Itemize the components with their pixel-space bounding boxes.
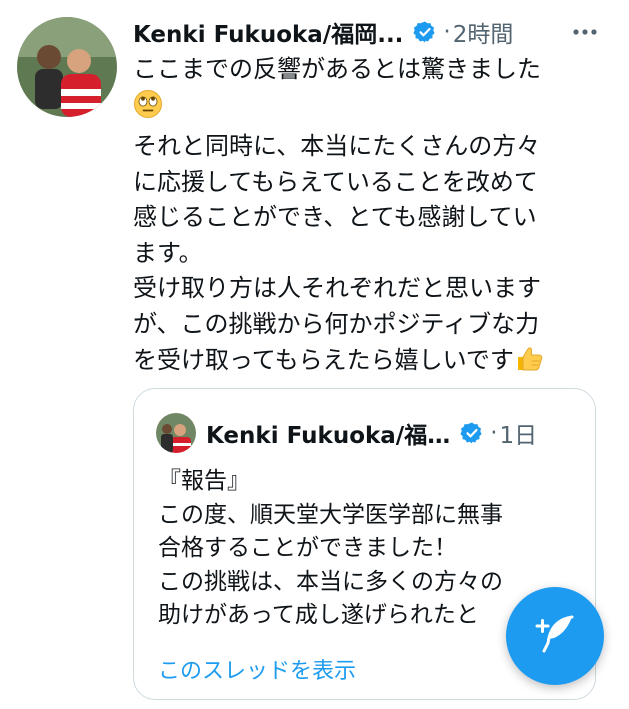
tweet-line: に応援してもらえていることを改めて	[133, 167, 538, 196]
quoted-tweet-header: Kenki Fukuoka/福… · 1日	[156, 413, 576, 453]
timestamp[interactable]: 2時間	[453, 15, 514, 49]
verified-badge-icon	[413, 20, 437, 44]
tweet-line: 感じることができ、とても感謝してい	[133, 203, 537, 231]
tweet-line: ここまでの反響があるとは驚きました	[133, 55, 541, 83]
quoted-line: 合格することができました！	[158, 535, 457, 561]
tweet-line: ます。	[133, 238, 203, 267]
compose-button[interactable]	[506, 587, 604, 685]
tweet-header: Kenki Fukuoka/福岡... · 2時間	[133, 14, 613, 50]
verified-badge-icon	[460, 421, 484, 445]
author-name[interactable]: Kenki Fukuoka/福岡...	[133, 15, 403, 49]
rolling-eyes-emoji-icon	[133, 89, 163, 130]
quoted-author-name: Kenki Fukuoka/福…	[206, 423, 451, 449]
tweet-line-text: を受け取ってもらえたら嬉しいです	[133, 346, 514, 374]
quoted-line: この挑戦は、本当に多くの方々の	[158, 568, 503, 595]
show-thread-link[interactable]: このスレッドを表示	[158, 653, 356, 685]
tweet-line	[133, 88, 603, 130]
tweet-text: ここまでの反響があるとは驚きました それと同時に、本当にたくさんの方々 に応援し…	[133, 52, 603, 385]
avatar-photo	[17, 17, 117, 117]
tweet-line: が、この挑戦から何かポジティブな力	[133, 309, 540, 338]
tweet-line: を受け取ってもらえたら嬉しいです	[133, 342, 603, 385]
separator-dot: ·	[490, 420, 498, 446]
avatar[interactable]	[17, 17, 117, 117]
separator-dot: ·	[443, 19, 451, 45]
tweet-line: それと同時に、本当にたくさんの方々	[133, 132, 541, 160]
thumbs-up-emoji-icon	[514, 342, 546, 385]
quoted-avatar	[156, 413, 196, 453]
compose-feather-icon	[532, 611, 578, 661]
quoted-timestamp: 1日	[499, 423, 538, 449]
more-dots-icon[interactable]	[571, 20, 599, 44]
quoted-line: 『報告』	[158, 468, 250, 494]
quoted-line: この度、順天堂大学医学部に無事	[158, 501, 503, 528]
tweet-line: 受け取り方は人それぞれだと思います	[133, 274, 541, 302]
